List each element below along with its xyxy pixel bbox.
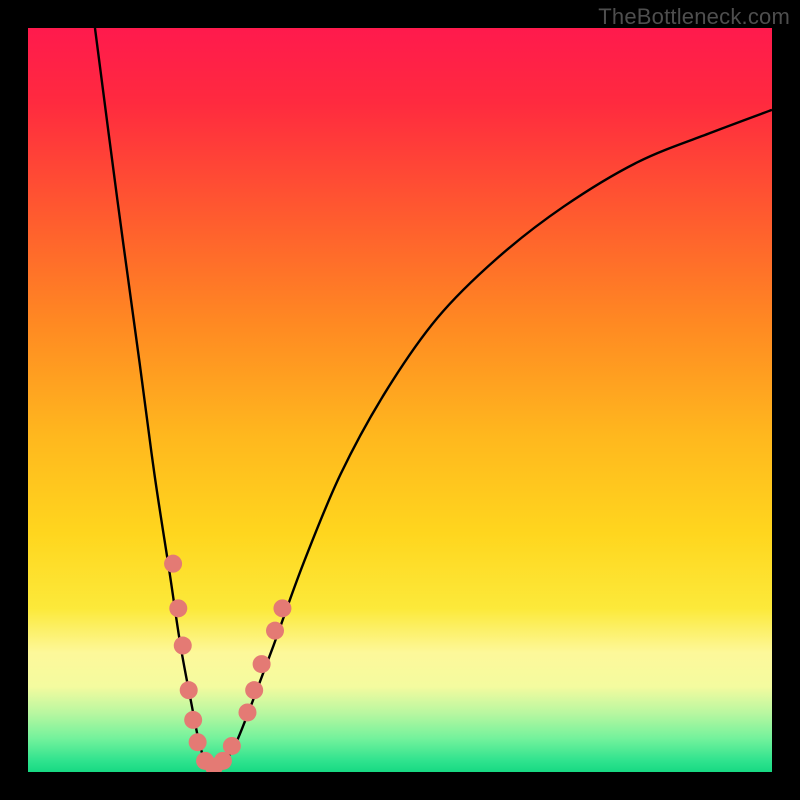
data-marker — [238, 703, 256, 721]
data-marker — [164, 555, 182, 573]
chart-frame: TheBottleneck.com — [0, 0, 800, 800]
data-marker — [223, 737, 241, 755]
data-marker — [245, 681, 263, 699]
data-marker — [184, 711, 202, 729]
bottleneck-curve — [95, 28, 772, 769]
plot-area — [28, 28, 772, 772]
data-marker — [174, 637, 192, 655]
data-marker — [253, 655, 271, 673]
data-marker — [189, 733, 207, 751]
watermark-text: TheBottleneck.com — [598, 4, 790, 30]
chart-svg — [28, 28, 772, 772]
data-marker — [273, 599, 291, 617]
data-marker — [266, 622, 284, 640]
data-marker — [169, 599, 187, 617]
data-marker — [180, 681, 198, 699]
